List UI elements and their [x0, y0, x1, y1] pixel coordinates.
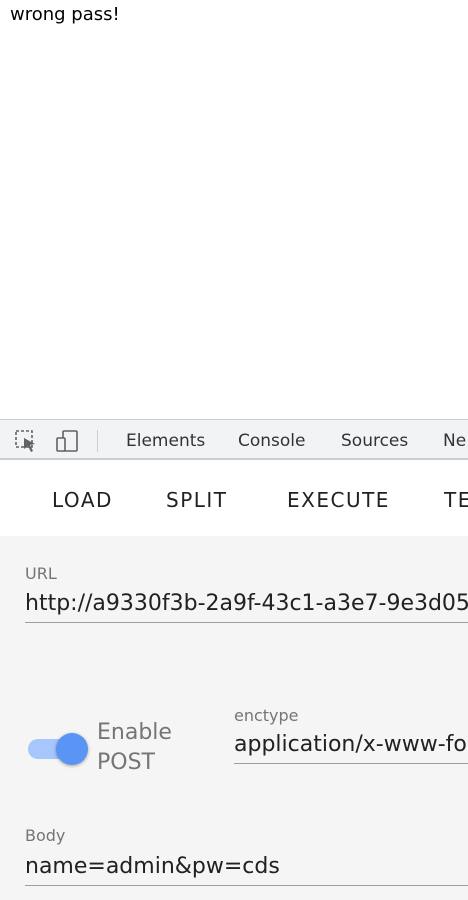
hackbar-toolbar: LOAD SPLIT EXECUTE TE: [0, 460, 468, 536]
tab-console[interactable]: Console: [238, 431, 306, 451]
enable-post-label: Enable POST: [97, 720, 172, 775]
test-button[interactable]: TE: [444, 488, 468, 512]
enable-post-toggle[interactable]: [28, 732, 88, 765]
toggle-knob: [56, 733, 88, 765]
url-label: URL: [25, 564, 57, 583]
enctype-label: enctype: [234, 706, 299, 725]
tab-elements[interactable]: Elements: [126, 431, 205, 451]
execute-button[interactable]: EXECUTE: [287, 488, 390, 512]
body-label: Body: [25, 826, 66, 845]
load-button[interactable]: LOAD: [52, 488, 113, 512]
inspect-element-icon[interactable]: [13, 428, 39, 454]
tab-sources[interactable]: Sources: [341, 431, 408, 451]
tab-network[interactable]: Ne: [443, 431, 466, 451]
enctype-select[interactable]: application/x-www-fo: [234, 732, 468, 764]
url-input[interactable]: http://a9330f3b-2a9f-43c1-a3e7-9e3d05: [25, 591, 468, 623]
toolbar-separator: [97, 430, 98, 452]
device-toolbar-icon[interactable]: [55, 428, 81, 454]
devtools-toolbar: Elements Console Sources Ne: [0, 419, 468, 460]
split-button[interactable]: SPLIT: [166, 488, 228, 512]
hackbar-panel: URL http://a9330f3b-2a9f-43c1-a3e7-9e3d0…: [0, 536, 468, 900]
devtools-panel: Elements Console Sources Ne LOAD SPLIT E…: [0, 419, 468, 900]
body-input[interactable]: name=admin&pw=cds: [25, 854, 468, 886]
page-content: wrong pass!: [0, 0, 468, 419]
page-message: wrong pass!: [10, 4, 120, 25]
